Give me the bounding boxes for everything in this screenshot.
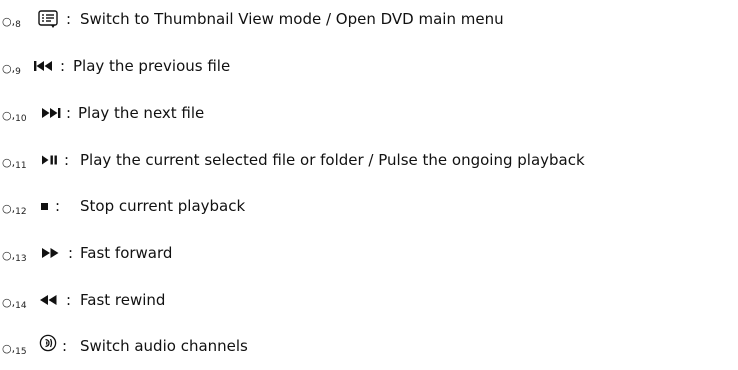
item-number: ○,12 bbox=[2, 202, 27, 217]
fast-rewind-icon bbox=[38, 292, 60, 308]
stop-icon bbox=[40, 198, 50, 214]
separator-colon: : bbox=[66, 291, 72, 309]
list-item: ○,10 : Play the next file bbox=[0, 100, 738, 128]
item-number: ○,11 bbox=[2, 156, 27, 171]
thumbnail-list-icon bbox=[38, 10, 58, 28]
item-number: ○,15 bbox=[2, 342, 27, 357]
fast-forward-icon bbox=[40, 245, 62, 261]
item-description: Play the current selected file or folder… bbox=[80, 151, 585, 169]
separator-colon: : bbox=[62, 337, 68, 355]
list-item: ○,15 : Switch audio channels bbox=[0, 333, 738, 361]
list-item: ○,9 : Play the previous file bbox=[0, 53, 738, 81]
item-description: Play the next file bbox=[78, 104, 205, 122]
item-description: Fast forward bbox=[80, 244, 173, 262]
next-track-icon bbox=[40, 105, 62, 121]
previous-track-icon bbox=[33, 58, 55, 74]
item-number: ○,14 bbox=[2, 296, 27, 311]
item-description: Switch to Thumbnail View mode / Open DVD… bbox=[80, 10, 504, 28]
list-item: ○,12 : Stop current playback bbox=[0, 193, 738, 221]
audio-channel-icon bbox=[38, 334, 58, 352]
separator-colon: : bbox=[68, 244, 74, 262]
list-item: ○,11 : Play the current selected file or… bbox=[0, 147, 738, 175]
item-number: ○,10 bbox=[2, 109, 27, 124]
item-number: ○,9 bbox=[2, 62, 21, 77]
item-description: Stop current playback bbox=[80, 197, 246, 215]
item-description: Fast rewind bbox=[80, 291, 166, 309]
separator-colon: : bbox=[66, 10, 72, 28]
list-item: ○,13 : Fast forward bbox=[0, 240, 738, 268]
separator-colon: : bbox=[66, 104, 72, 122]
item-number: ○,13 bbox=[2, 249, 27, 264]
item-description: Switch audio channels bbox=[80, 337, 248, 355]
separator-colon: : bbox=[55, 197, 61, 215]
item-number: ○,8 bbox=[2, 15, 21, 30]
list-item: ○,14 : Fast rewind bbox=[0, 287, 738, 315]
play-pause-icon bbox=[40, 152, 60, 168]
item-description: Play the previous file bbox=[73, 57, 231, 75]
separator-colon: : bbox=[60, 57, 66, 75]
separator-colon: : bbox=[64, 151, 70, 169]
list-item: ○,8 : Switch to Thumbnail View mode / Op… bbox=[0, 6, 738, 34]
